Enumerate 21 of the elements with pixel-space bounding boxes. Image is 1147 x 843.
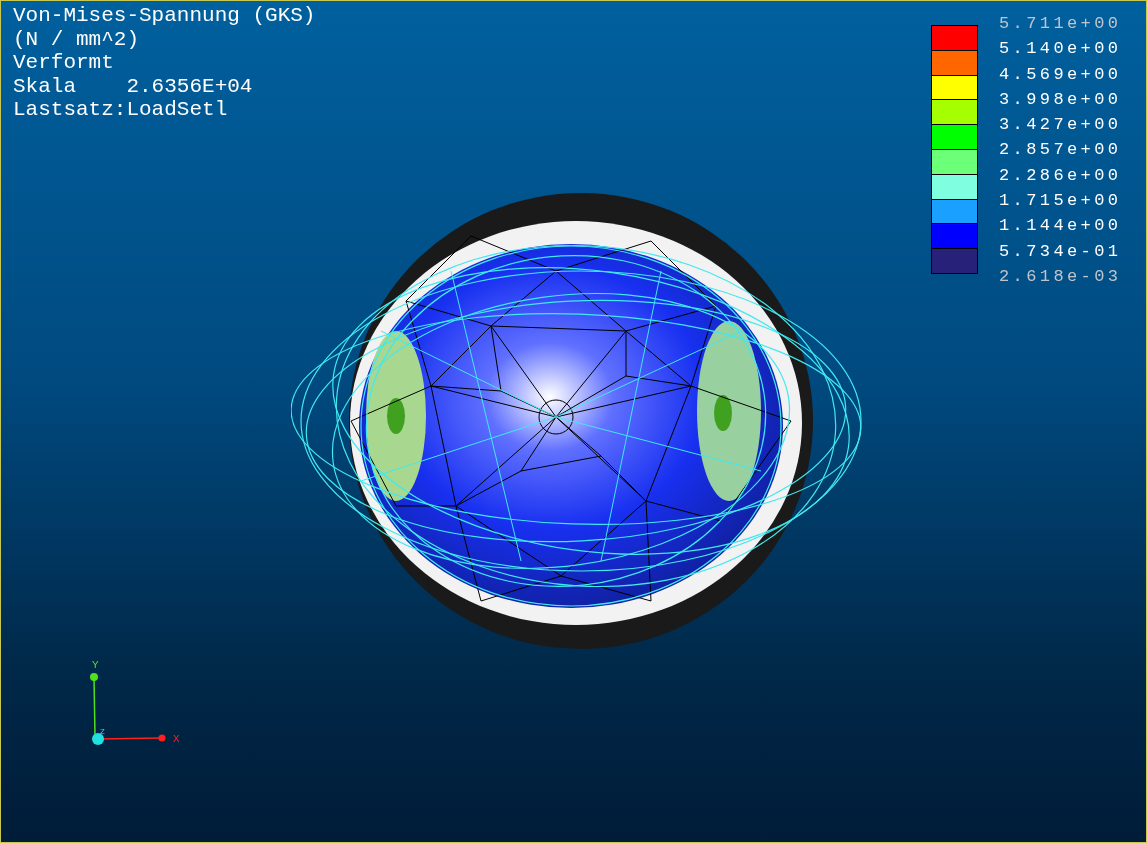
legend-value-label: 2.857e+00 [999, 139, 1122, 162]
3d-viewport[interactable]: Von-Mises-Spannung (GKS) (N / mm^2) Verformt Skala 2.6356E+04 Lastsatz:LoadSetl 5.711e+00 5.140e+00 4.569e+00 3.998e+00 3.427e+00 2.857e+00 2.286e+00 1.715e+00 1.144e+00 5.734e-01 2.618e-03 Y X Z [0, 0, 1147, 843]
result-info-text: Lastsatz:LoadSetl [13, 98, 229, 122]
x-axis-label: X [173, 733, 180, 745]
legend-value-label: 3.427e+00 [999, 114, 1122, 137]
legend-value-label: 5.711e+00 [999, 13, 1122, 35]
legend-value-label: 1.144e+00 [999, 215, 1122, 238]
legend-value-label: 5.140e+00 [999, 38, 1122, 61]
result-info-text: Verformt [13, 51, 115, 75]
result-info-text: (N / mm^2) [13, 27, 141, 51]
legend-value-label: 2.618e-03 [999, 265, 1122, 288]
z-axis-label: Z [100, 727, 105, 736]
legend-value-label: 4.569e+00 [999, 63, 1122, 86]
legend-value-label: 5.734e-01 [999, 240, 1122, 263]
z-axis-point [92, 733, 104, 745]
result-info-text: Von-Mises-Spannung (GKS) [13, 4, 316, 28]
y-axis-label: Y [92, 659, 99, 671]
result-info-text: Skala 2.6356E+04 [13, 74, 254, 98]
legend-value-label: 1.715e+00 [999, 190, 1122, 213]
legend-value-label: 2.286e+00 [999, 164, 1122, 187]
legend-value-label: 3.998e+00 [999, 88, 1122, 111]
